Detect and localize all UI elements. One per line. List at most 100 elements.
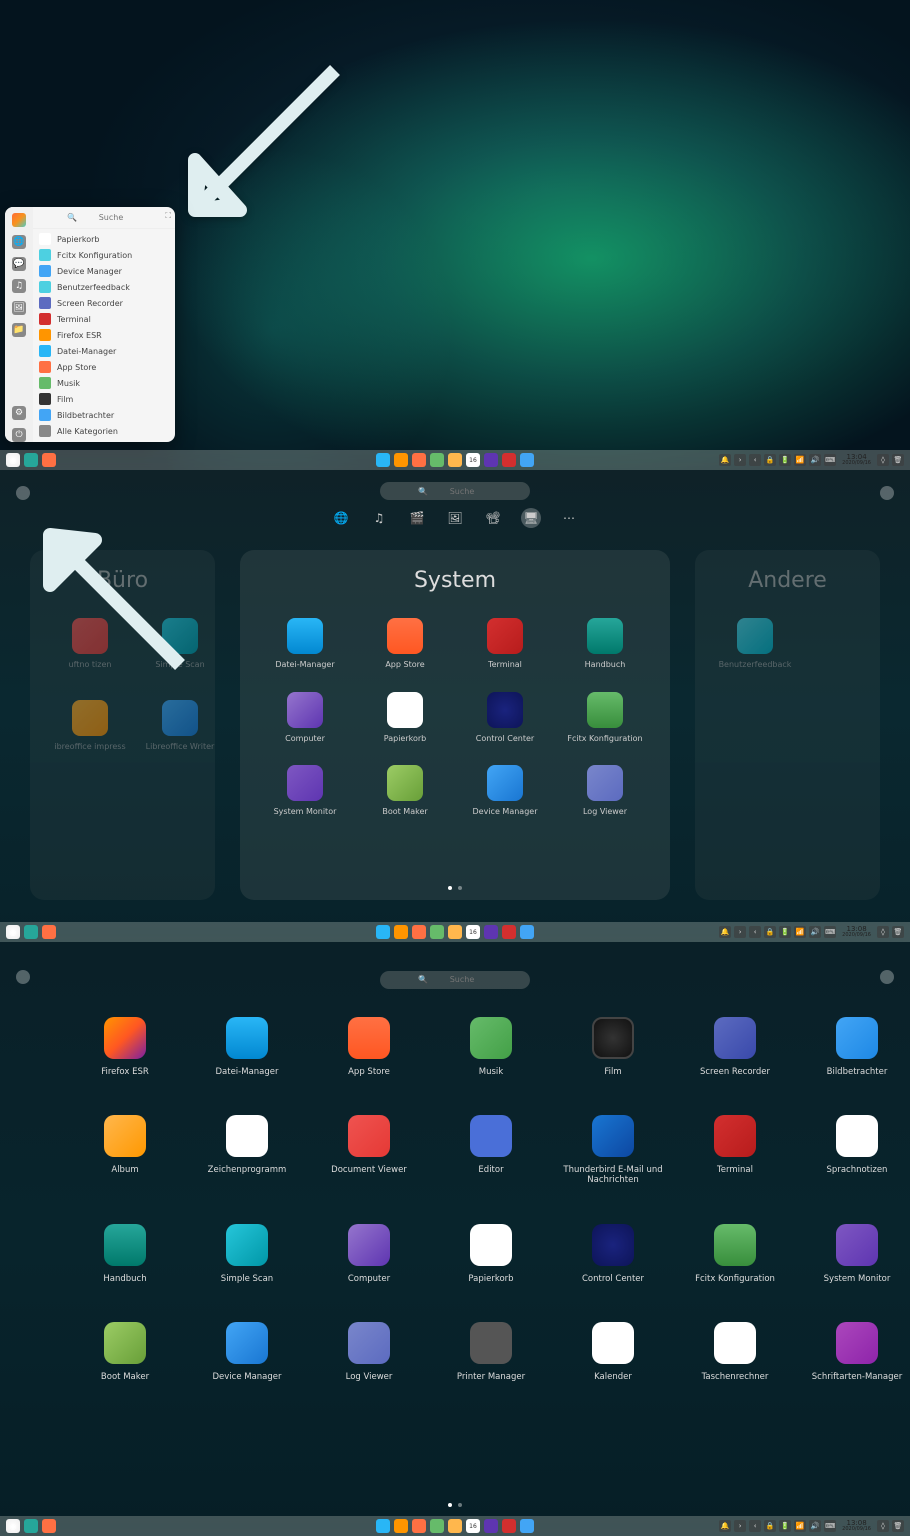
- app-item[interactable]: ibreoffice impress: [50, 700, 130, 752]
- app-item[interactable]: Terminal: [685, 1115, 785, 1185]
- category-chat-icon[interactable]: 💬: [12, 257, 26, 271]
- virtual-desktops-button[interactable]: [24, 1519, 38, 1533]
- app-item[interactable]: System Monitor: [807, 1224, 907, 1284]
- launcher-button[interactable]: ◉: [6, 453, 20, 467]
- app-item[interactable]: Zeichenprogramm: [197, 1115, 297, 1185]
- tray-sound-icon[interactable]: 🔊: [809, 1520, 821, 1532]
- workspace-button[interactable]: [42, 1519, 56, 1533]
- app-item[interactable]: Boot Maker: [75, 1322, 175, 1382]
- launcher-item[interactable]: Bildbetrachter: [33, 407, 175, 423]
- launcher-item[interactable]: Datei-Manager: [33, 343, 175, 359]
- taskbar-control-icon[interactable]: [484, 1519, 498, 1533]
- app-item[interactable]: Fcitx Konfiguration: [685, 1224, 785, 1284]
- taskbar-firefox-icon[interactable]: [394, 1519, 408, 1533]
- app-item[interactable]: Taschenrechner: [685, 1322, 785, 1382]
- trash-tray-icon[interactable]: 🗑: [892, 1520, 904, 1532]
- taskbar-store-icon[interactable]: [412, 453, 426, 467]
- search-input[interactable]: [432, 975, 492, 984]
- app-item[interactable]: Film: [563, 1017, 663, 1077]
- expand-launcher-button[interactable]: ⛶: [165, 211, 171, 221]
- category-internet-icon[interactable]: 🌐: [12, 235, 26, 249]
- category-files-icon[interactable]: 📁: [12, 323, 26, 337]
- app-item[interactable]: Screen Recorder: [685, 1017, 785, 1077]
- taskbar-music-icon[interactable]: [430, 1519, 444, 1533]
- app-item[interactable]: Computer: [265, 692, 345, 744]
- launcher-item[interactable]: Fcitx Konfiguration: [33, 247, 175, 263]
- tray-keyboard-icon[interactable]: ⌨: [824, 1520, 836, 1532]
- app-item[interactable]: Datei-Manager: [197, 1017, 297, 1077]
- tray-wifi-icon[interactable]: 📶: [794, 1520, 806, 1532]
- taskbar-terminal-icon[interactable]: [502, 1519, 516, 1533]
- category-tab-present[interactable]: 📽: [483, 508, 503, 528]
- tray-chevron-right-icon[interactable]: ›: [734, 454, 746, 466]
- tray-power-icon[interactable]: 🔋: [779, 926, 791, 938]
- clock[interactable]: 13:08 2020/09/16: [839, 926, 874, 938]
- taskbar-music-icon[interactable]: [430, 925, 444, 939]
- full-grid-search[interactable]: 🔍: [380, 971, 530, 989]
- settings-icon[interactable]: ⚙: [12, 406, 26, 420]
- taskbar-cal-icon[interactable]: 16: [466, 453, 480, 467]
- launcher-item[interactable]: Musik: [33, 375, 175, 391]
- taskbar-image-icon[interactable]: [448, 1519, 462, 1533]
- tray-chevron-right-icon[interactable]: ›: [734, 926, 746, 938]
- workspace-button[interactable]: [42, 925, 56, 939]
- clock[interactable]: 13:08 2020/09/16: [839, 1520, 874, 1532]
- app-item[interactable]: Papierkorb: [365, 692, 445, 744]
- tray-bell-icon[interactable]: 🔔: [719, 926, 731, 938]
- app-item[interactable]: Sprachnotizen: [807, 1115, 907, 1185]
- app-item[interactable]: Kalender: [563, 1322, 663, 1382]
- app-item[interactable]: Album: [75, 1115, 175, 1185]
- app-item[interactable]: Libreoffice Writer: [140, 700, 220, 752]
- taskbar-control-icon[interactable]: [484, 925, 498, 939]
- app-item[interactable]: Control Center: [563, 1224, 663, 1284]
- app-item[interactable]: Firefox ESR: [75, 1017, 175, 1077]
- app-item[interactable]: Terminal: [465, 618, 545, 670]
- taskbar-files-icon[interactable]: [376, 1519, 390, 1533]
- app-item[interactable]: Editor: [441, 1115, 541, 1185]
- category-search[interactable]: 🔍: [380, 482, 530, 500]
- app-item[interactable]: Device Manager: [465, 765, 545, 817]
- taskbar-store-icon[interactable]: [412, 925, 426, 939]
- app-item[interactable]: System Monitor: [265, 765, 345, 817]
- launcher-search[interactable]: 🔍: [33, 207, 175, 229]
- taskbar-files-icon[interactable]: [376, 453, 390, 467]
- collapse-button[interactable]: [16, 970, 30, 984]
- tray-bell-icon[interactable]: 🔔: [719, 454, 731, 466]
- app-item[interactable]: Log Viewer: [319, 1322, 419, 1382]
- close-button[interactable]: [880, 970, 894, 984]
- taskbar-control-icon[interactable]: [484, 453, 498, 467]
- tray-keyboard-icon[interactable]: ⌨: [824, 926, 836, 938]
- category-card-right[interactable]: Andere Benutzerfeedback: [695, 550, 880, 900]
- app-item[interactable]: Log Viewer: [565, 765, 645, 817]
- launcher-logo-icon[interactable]: [12, 213, 26, 227]
- show-desktop-button[interactable]: ◊: [877, 454, 889, 466]
- app-item[interactable]: App Store: [365, 618, 445, 670]
- app-item[interactable]: Schriftarten-Manager: [807, 1322, 907, 1382]
- taskbar-terminal-icon[interactable]: [502, 925, 516, 939]
- tray-sound-icon[interactable]: 🔊: [809, 454, 821, 466]
- tray-sound-icon[interactable]: 🔊: [809, 926, 821, 938]
- power-icon[interactable]: ⏻: [12, 428, 26, 442]
- tray-chevron-left-icon[interactable]: ‹: [749, 1520, 761, 1532]
- app-item[interactable]: Simple Scan: [197, 1224, 297, 1284]
- taskbar-app-icon[interactable]: [520, 453, 534, 467]
- app-item[interactable]: Bildbetrachter: [807, 1017, 907, 1077]
- category-tab-desktop[interactable]: 🖥: [521, 508, 541, 528]
- launcher-item[interactable]: Screen Recorder: [33, 295, 175, 311]
- tray-lock-icon[interactable]: 🔒: [764, 1520, 776, 1532]
- app-item[interactable]: Datei-Manager: [265, 618, 345, 670]
- workspace-button[interactable]: [42, 453, 56, 467]
- category-tab-video[interactable]: 🎬: [407, 508, 427, 528]
- launcher-item[interactable]: Papierkorb: [33, 231, 175, 247]
- app-item[interactable]: Thunderbird E-Mail und Nachrichten: [563, 1115, 663, 1185]
- app-item[interactable]: Document Viewer: [319, 1115, 419, 1185]
- launcher-item[interactable]: Benutzerfeedback: [33, 279, 175, 295]
- taskbar-firefox-icon[interactable]: [394, 453, 408, 467]
- taskbar-app-icon[interactable]: [520, 1519, 534, 1533]
- category-tab-more[interactable]: ⋯: [559, 508, 579, 528]
- app-item[interactable]: Handbuch: [75, 1224, 175, 1284]
- category-music-icon[interactable]: ♫: [12, 279, 26, 293]
- page-dots[interactable]: [448, 886, 462, 890]
- clock[interactable]: 13:04 2020/09/16: [839, 454, 874, 466]
- show-desktop-button[interactable]: ◊: [877, 1520, 889, 1532]
